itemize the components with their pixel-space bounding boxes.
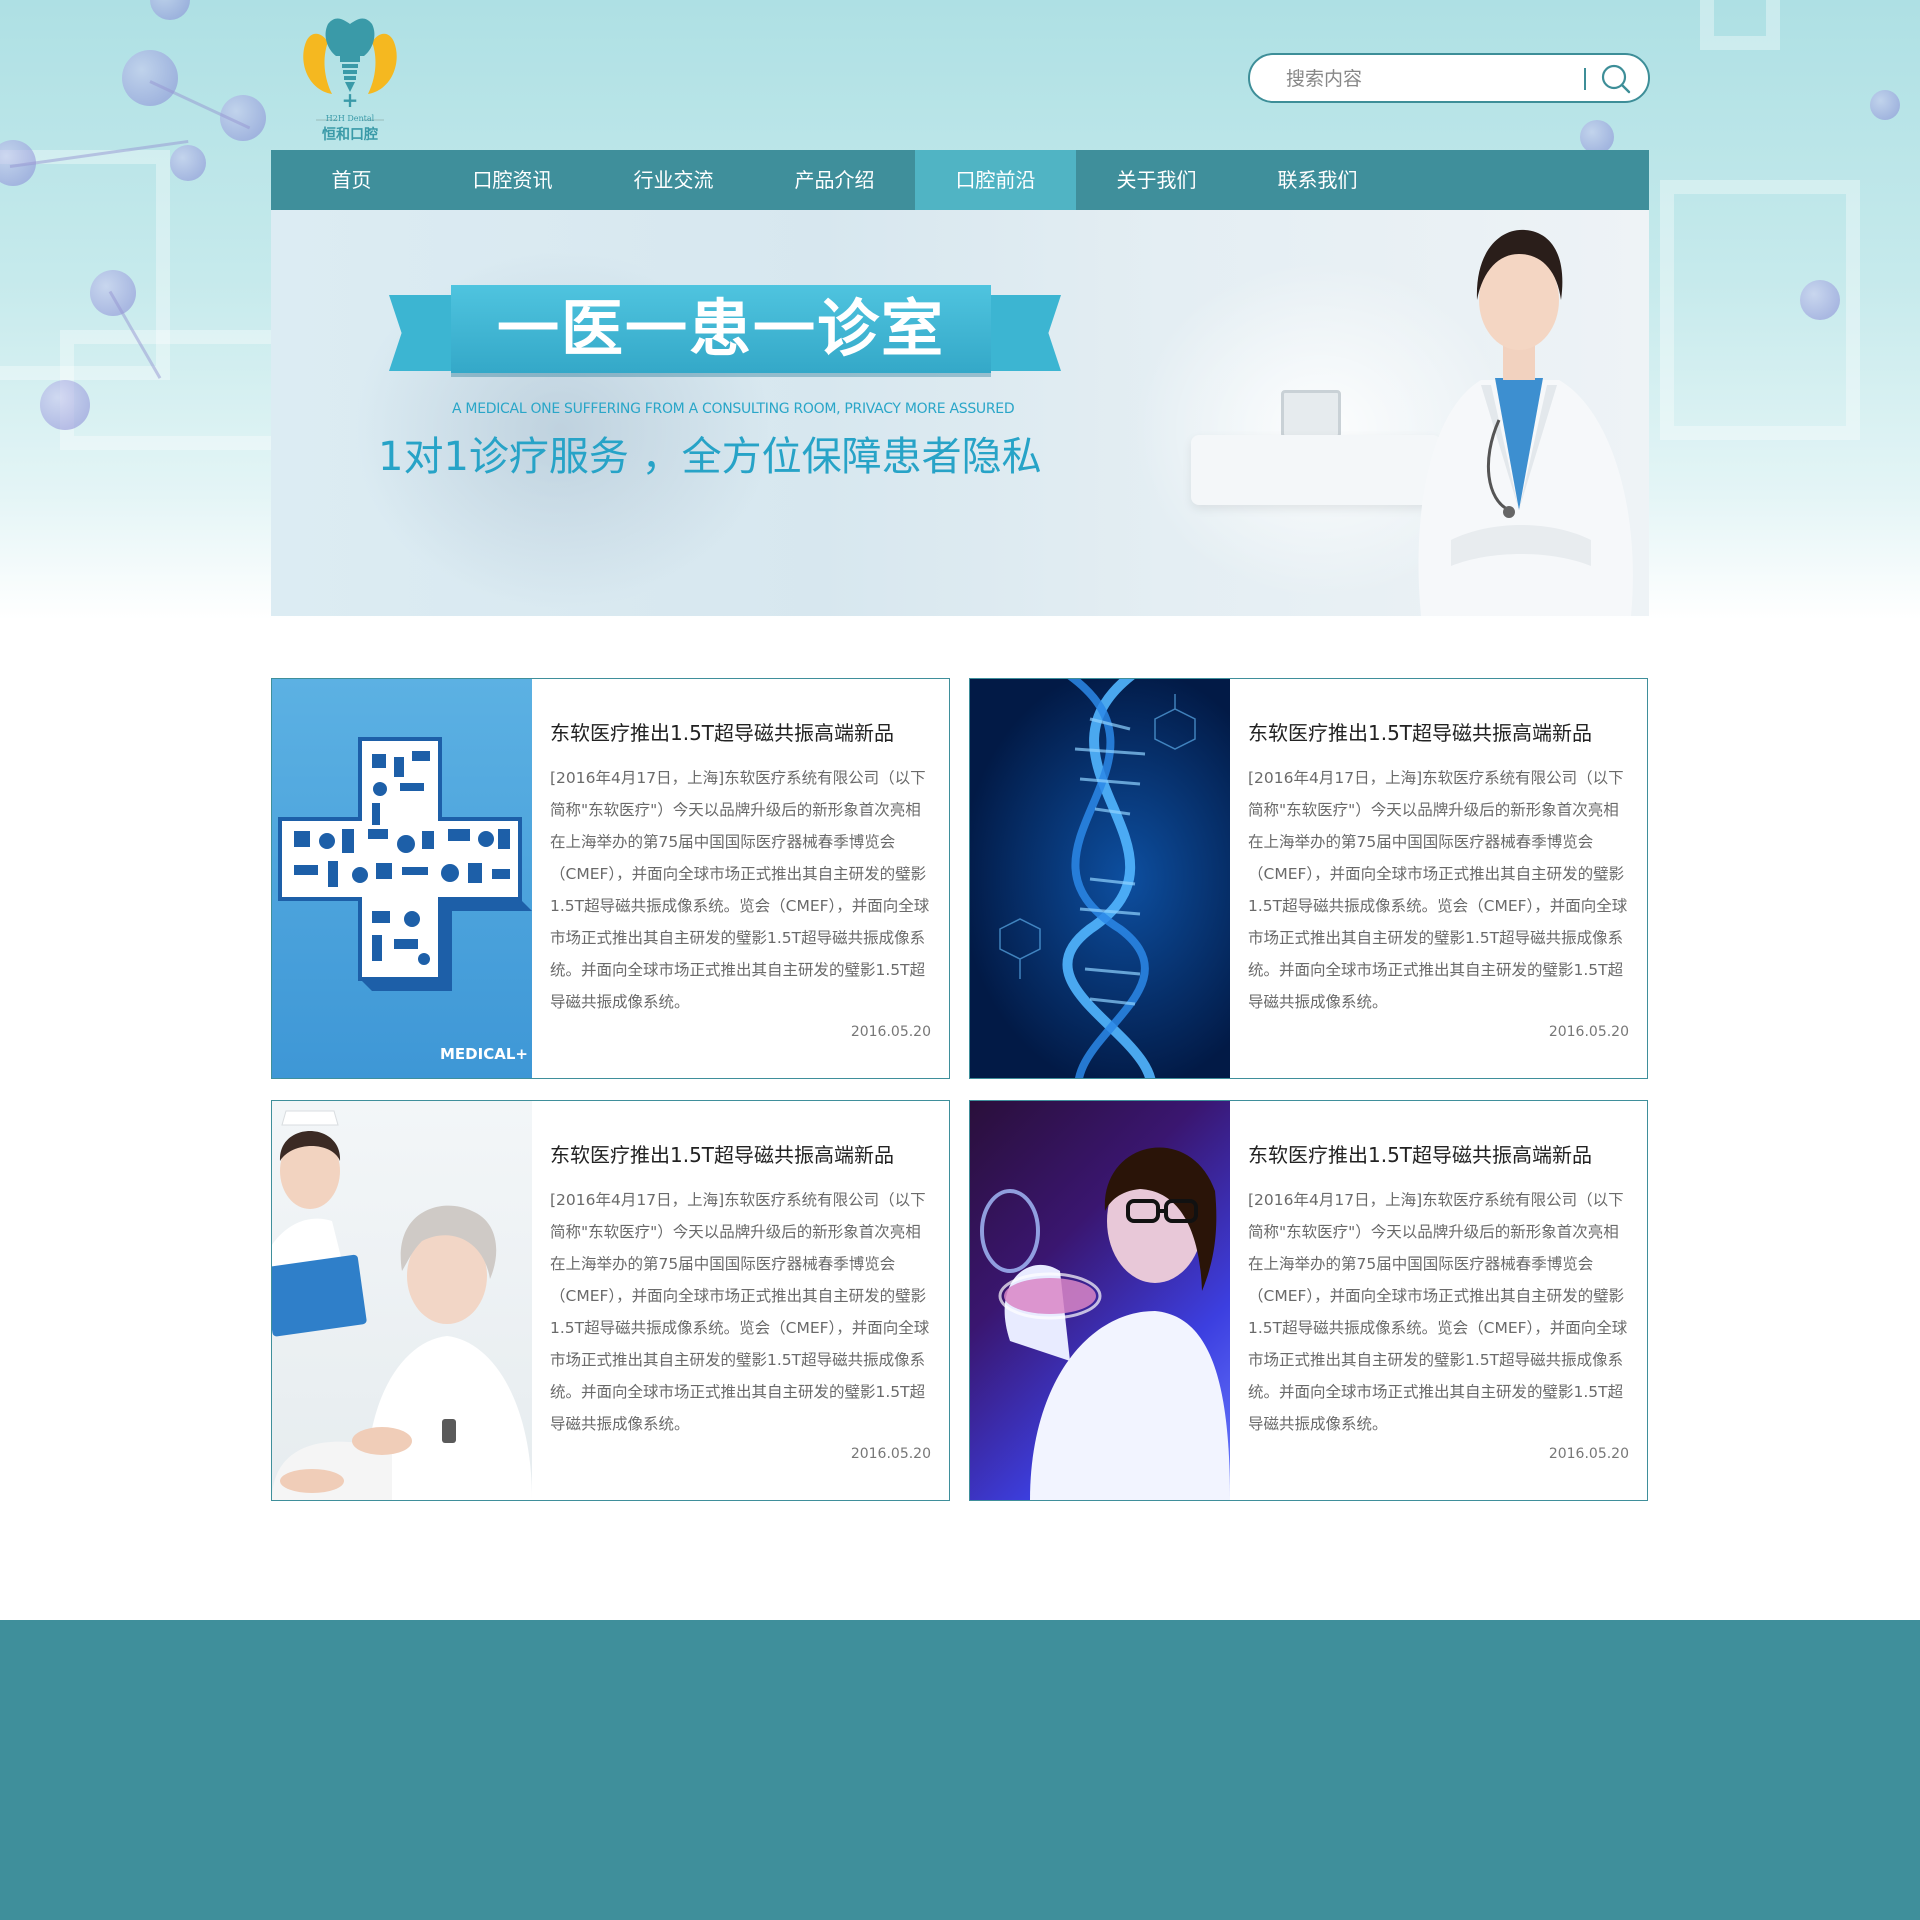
lab-scientist-image [970,1101,1230,1500]
search-button[interactable] [1596,61,1636,97]
logo-plus: + [341,88,359,112]
medical-cross-image: MEDICAL+ [272,679,532,1078]
article-title[interactable]: 东软医疗推出1.5T超导磁共振高端新品 [550,1139,894,1168]
logo-chinese: 恒和口腔 [322,127,378,143]
article-card[interactable]: MEDICAL+ 东软医疗推出1.5T超导磁共振高端新品 [2016年4月17日… [271,678,950,1079]
article-summary: [2016年4月17日，上海]东软医疗系统有限公司（以下简称"东软医疗"）今天以… [1248,1191,1628,1433]
medical-monitor-image [1281,390,1341,438]
hero-banner[interactable]: 一医一患一诊室 A MEDICAL ONE SUFFERING FROM A C… [271,210,1649,616]
nav-item-home[interactable]: 首页 [271,150,432,210]
banner-subtitle: 1对1诊疗服务 ，全方位保障患者隐私 [378,434,1042,480]
nav-item-industry-exchange[interactable]: 行业交流 [593,150,754,210]
ribbon-left-tail [389,295,459,371]
doctor-image [1418,229,1633,616]
search-divider [1584,68,1586,90]
search-icon [1601,64,1631,94]
article-title[interactable]: 东软医疗推出1.5T超导磁共振高端新品 [1248,717,1592,746]
nav-item-oral-frontier[interactable]: 口腔前沿 [915,150,1076,210]
article-title[interactable]: 东软医疗推出1.5T超导磁共振高端新品 [550,717,894,746]
banner-english-text: A MEDICAL ONE SUFFERING FROM A CONSULTIN… [452,401,1015,417]
article-summary: [2016年4月17日，上海]东软医疗系统有限公司（以下简称"东软医疗"）今天以… [1248,769,1628,1011]
article-date: 2016.05.20 [1548,1024,1629,1040]
dna-helix-image [970,679,1230,1078]
banner-ribbon: 一医一患一诊室 [389,285,1061,385]
nurse-patient-image [272,1101,532,1500]
nav-item-about-us[interactable]: 关于我们 [1076,150,1237,210]
article-date: 2016.05.20 [1548,1446,1629,1462]
ribbon-right-tail [991,295,1061,371]
medical-image-caption: MEDICAL+ [440,1045,528,1063]
nav-item-contact-us[interactable]: 联系我们 [1237,150,1398,210]
search-input[interactable] [1286,65,1586,93]
main-nav: 首页 口腔资讯 行业交流 产品介绍 口腔前沿 关于我们 联系我们 [271,150,1649,210]
article-summary: [2016年4月17日，上海]东软医疗系统有限公司（以下简称"东软医疗"）今天以… [550,769,930,1011]
nav-item-oral-news[interactable]: 口腔资讯 [432,150,593,210]
article-date: 2016.05.20 [850,1024,931,1040]
article-summary: [2016年4月17日，上海]东软医疗系统有限公司（以下简称"东软医疗"）今天以… [550,1191,930,1433]
banner-title: 一医一患一诊室 [451,285,991,373]
brand-logo[interactable]: + H2H Dental 恒和口腔 [298,12,402,143]
nav-item-products[interactable]: 产品介绍 [754,150,915,210]
footer [0,1620,1920,1920]
search-box [1248,53,1650,103]
article-card[interactable]: 东软医疗推出1.5T超导磁共振高端新品 [2016年4月17日，上海]东软医疗系… [969,1100,1648,1501]
article-card[interactable]: 东软医疗推出1.5T超导磁共振高端新品 [2016年4月17日，上海]东软医疗系… [969,678,1648,1079]
logo-english: H2H Dental [325,114,375,123]
article-date: 2016.05.20 [850,1446,931,1462]
article-title[interactable]: 东软医疗推出1.5T超导磁共振高端新品 [1248,1139,1592,1168]
article-card[interactable]: 东软医疗推出1.5T超导磁共振高端新品 [2016年4月17日，上海]东软医疗系… [271,1100,950,1501]
